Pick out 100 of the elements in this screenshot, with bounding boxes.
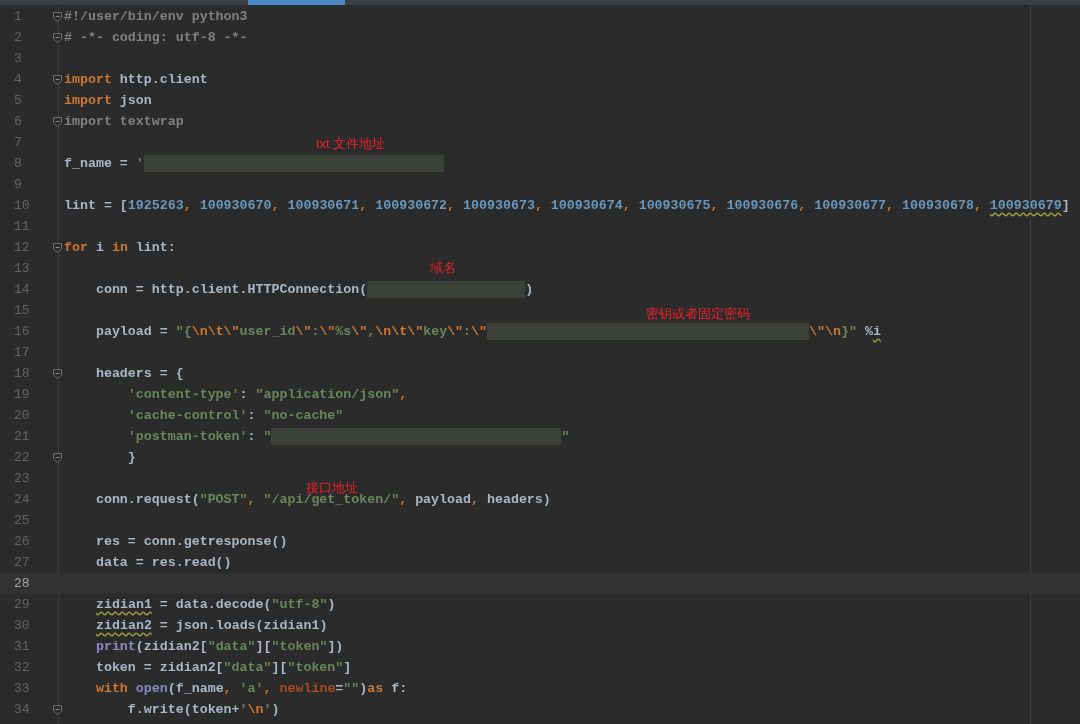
code-token: token = zidian2[ [94,658,224,677]
code-token: = data.decode( [158,595,272,614]
code-token: ][ [271,658,288,677]
code-token: f_name = [64,154,129,173]
line-number: 32 [13,658,31,677]
code-token: "application/json" [255,385,400,404]
fold-marker-icon[interactable] [52,704,62,715]
code-token: "token" [287,658,344,677]
code-token: : [247,427,257,446]
code-token: lint = [ [64,196,128,215]
code-token: % [863,322,873,341]
code-token: 100930678 [902,196,974,215]
code-token: : [247,406,257,425]
code-token: ' [239,700,248,719]
code-token: for [64,238,88,257]
line-number: 5 [13,91,23,110]
code-token: import [64,91,112,110]
code-token: zidian2 [96,616,152,635]
code-token: : [463,322,472,341]
code-token: , [622,196,632,215]
code-token: conn.request( [94,490,200,509]
code-token: res = conn.getresponse() [94,532,288,551]
code-token: , [247,490,257,509]
code-token: ) [327,595,336,614]
code-token: ) [359,679,368,698]
code-token: \" [319,322,336,341]
code-token: http.client [118,70,208,89]
code-token: f.write(token+ [126,700,240,719]
code-token: \n\t\" [191,322,240,341]
code-token: conn = http.client.HTTPConnection( [94,280,368,299]
code-token: 100930676 [726,196,799,215]
line-number: 18 [13,364,31,383]
code-token: 1925263 [127,196,184,215]
code-token: , [399,490,409,509]
code-token: ] [1061,196,1070,215]
line-number: 30 [13,616,31,635]
code-token: "" [343,679,360,698]
code-token: ' [135,154,144,173]
line-number: 28 [13,574,31,593]
fold-marker-icon[interactable] [52,74,62,85]
code-token: 100930673 [463,196,535,215]
code-token: , [367,322,376,341]
code-token: payload [415,490,471,509]
code-token: key [423,322,448,341]
code-token: %s [335,322,352,341]
line-number: 24 [13,490,31,509]
fold-marker-icon[interactable] [52,32,62,43]
code-token: open [135,679,168,698]
code-token: \" [295,322,312,341]
line-number: 17 [13,343,31,362]
fold-marker-icon[interactable] [52,452,62,463]
code-token: ' [263,700,272,719]
code-token: import textwrap [64,112,184,131]
line-number: 23 [13,469,31,488]
code-token: with [94,679,129,698]
code-token: headers) [486,490,551,509]
code-token: ][ [255,637,272,656]
line-number: 3 [13,49,23,68]
line-number: 31 [13,637,31,656]
code-token: "{ [175,322,192,341]
code-token: , [447,196,457,215]
code-token: data = res.read() [94,553,232,572]
fold-marker-icon[interactable] [52,116,62,127]
code-token: = [335,679,344,698]
line-number: 13 [13,259,31,278]
code-token: in [111,238,128,257]
line-number: 8 [13,154,23,173]
annotation-label: 密钥或者固定密码 [646,305,750,323]
code-token: ]) [327,637,344,656]
code-token: \" [351,322,368,341]
code-token: , [183,196,193,215]
line-number: 4 [13,70,23,89]
code-token: , [798,196,808,215]
line-number: 25 [13,511,31,530]
code-token: : [311,322,320,341]
code-token: , [973,196,983,215]
annotation-label: 域名 [430,259,456,277]
code-token: ] [343,658,352,677]
code-token: \" [471,322,488,341]
annotation-label: txt 文件地址 [316,135,386,153]
code-token: json [118,91,152,110]
code-token: 100930677 [814,196,887,215]
line-number: 11 [13,217,31,236]
code-token: = json.loads(zidian1) [158,616,328,635]
fold-marker-icon[interactable] [52,242,62,253]
line-number: 1 [13,7,23,26]
code-token: , [710,196,720,215]
code-token: 100930672 [375,196,448,215]
fold-marker-icon[interactable] [52,11,62,22]
code-token: "POST" [199,490,248,509]
line-number: 14 [13,280,31,299]
code-token: "utf-8" [271,595,328,614]
code-token: newline [279,679,336,698]
code-token: 'a' [239,679,264,698]
line-number: 21 [13,427,31,446]
code-token: i [872,322,881,341]
code-token: " [263,427,272,446]
code-token: "token" [271,637,328,656]
fold-marker-icon[interactable] [52,368,62,379]
code-token: payload = [94,322,169,341]
